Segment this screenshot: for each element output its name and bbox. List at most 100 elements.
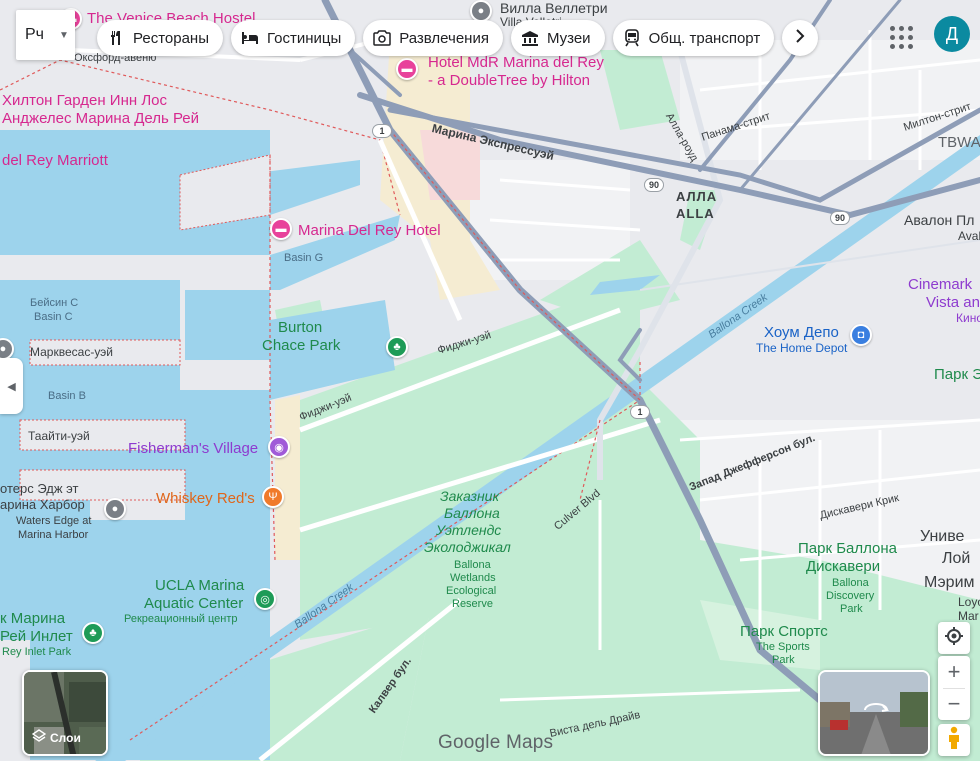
park-label[interactable]: Эколоджикал [424,539,511,555]
highway-shield-1: 1 [372,124,392,138]
account-avatar[interactable]: Д [934,16,970,52]
poi-label[interactable]: арина Харбор [0,497,85,513]
poi-label[interactable]: Мэрим [924,574,975,592]
park-sublabel: Park [772,654,795,666]
park-label[interactable]: Парк Спортс [740,623,828,640]
search-text[interactable]: Рч [16,26,54,44]
museum-icon [521,29,539,47]
poi-label[interactable]: Hotel MdR Marina del Rey [428,54,604,71]
park-label[interactable]: Заказник [440,488,499,504]
poi-label[interactable]: Хоум Депо [764,324,839,341]
chevron-right-icon [795,29,805,47]
search-box[interactable]: Рч ▼ [16,10,75,60]
map-canvas[interactable]: ▬ ● ▬ ▬ ♣ ● ◉ ● Ψ ◎ ♣ ◘ 1 90 90 1 The Ve… [0,0,980,761]
poi-label[interactable]: UCLA Marina [155,577,244,594]
chevron-down-icon[interactable]: ▼ [54,30,74,41]
poi-label[interactable]: Униве [920,528,964,546]
park-sublabel: Rey Inlet Park [2,646,72,658]
area-label: АЛЛА [676,189,718,204]
bed-icon [241,29,259,47]
poi-label[interactable]: Вилла Веллетри [500,0,608,16]
apps-grid-icon[interactable] [886,22,913,49]
target-icon [944,626,964,651]
zoom-controls: + − [938,656,970,720]
hotel-icon[interactable]: ▬ [270,218,292,240]
recreation-icon[interactable]: ◎ [254,588,276,610]
poi-label[interactable]: Авалон Пл [904,212,974,228]
highway-shield-90: 90 [830,211,850,225]
highway-shield-90: 90 [644,178,664,192]
park-label[interactable]: Дискавери [806,558,880,575]
park-sublabel: Discovery [826,590,875,602]
poi-label[interactable]: Хилтон Гарден Инн Лос [2,92,167,109]
poi-sublabel: Рекреационный центр [124,613,238,625]
category-chips: Рестораны Гостиницы Развлечения Музеи Об… [97,20,819,56]
chevron-left-icon: ◀ [7,380,16,393]
park-label[interactable]: к Марина [0,610,65,627]
area-label: ALLA [676,206,715,221]
park-icon[interactable]: ♣ [82,622,104,644]
poi-sublabel: Waters Edge at [16,515,92,527]
street-view-preview[interactable] [818,670,930,756]
layers-label-group: Слои [31,729,81,746]
poi-label[interactable]: Aquatic Center [144,595,243,612]
water-label: Бейсин С [30,297,79,309]
pegman-icon [946,726,962,755]
zoom-in-button[interactable]: + [938,656,970,688]
google-maps-logo: Google Maps [438,732,554,753]
highway-shield-1: 1 [630,405,650,419]
poi-label[interactable]: отерс Эдж эт [0,481,78,497]
layers-icon [31,729,47,746]
train-icon [623,29,641,47]
poi-sublabel: Кино [956,311,980,325]
park-label[interactable]: Burton [278,319,322,336]
park-sublabel: Park [840,603,863,615]
hotel-icon[interactable]: ▬ [396,58,418,80]
park-label[interactable]: Парк Баллона [798,540,897,557]
place-icon[interactable]: ● [470,0,492,22]
poi-label[interactable]: Marina Del Rey Hotel [298,222,441,239]
poi-label[interactable]: - a DoubleTree by Hilton [428,72,590,89]
park-sublabel: The Sports [756,641,810,653]
park-sublabel: Reserve [452,598,493,610]
camera-icon [373,29,391,47]
place-icon[interactable]: ● [104,498,126,520]
street-label: Таайти-уэй [28,429,90,443]
chips-scroll-right-button[interactable] [782,20,819,56]
fork-knife-icon[interactable]: Ψ [262,486,284,508]
chip-museums[interactable]: Музеи [510,20,605,56]
poi-label[interactable]: del Rey Marriott [2,152,108,169]
park-label[interactable]: Уэтлендс [436,522,501,538]
water-label: Basin B [48,390,86,402]
layers-button[interactable]: Слои [22,670,108,756]
park-sublabel: Wetlands [450,572,496,584]
park-label[interactable]: Парк Э [934,366,980,383]
street-view-thumbnail [820,672,928,754]
poi-label[interactable]: TBWA [938,134,980,151]
poi-sublabel: Loyo [958,595,980,609]
chip-label: Развлечения [399,29,489,47]
poi-label[interactable]: Fisherman's Village [128,440,258,457]
zoom-out-button[interactable]: − [938,688,970,720]
my-location-button[interactable] [938,622,970,654]
poi-label[interactable]: Vista an [926,294,980,311]
poi-label[interactable]: Cinemark [908,276,972,293]
shopping-bag-icon[interactable]: ◘ [850,324,872,346]
camera-icon[interactable]: ◉ [268,436,290,458]
chip-hotels[interactable]: Гостиницы [230,20,356,56]
chip-entertainment[interactable]: Развлечения [363,20,503,56]
park-icon[interactable]: ♣ [386,336,408,358]
collapse-panel-button[interactable]: ◀ [0,358,23,414]
chip-transit[interactable]: Общ. транспорт [612,20,775,56]
park-label[interactable]: Баллона [444,505,500,521]
pegman-button[interactable] [938,724,970,756]
chip-restaurants[interactable]: Рестораны [97,20,223,56]
fork-knife-icon [107,29,125,47]
chip-label: Общ. транспорт [648,29,761,47]
poi-label[interactable]: Лой [942,550,970,568]
poi-label[interactable]: Анджелес Марина Дель Рей [2,110,199,127]
park-label[interactable]: Рей Инлет [0,628,73,645]
poi-sublabel: Marina Harbor [18,529,89,541]
park-label[interactable]: Chace Park [262,337,340,354]
poi-label[interactable]: Whiskey Red's [156,490,255,507]
